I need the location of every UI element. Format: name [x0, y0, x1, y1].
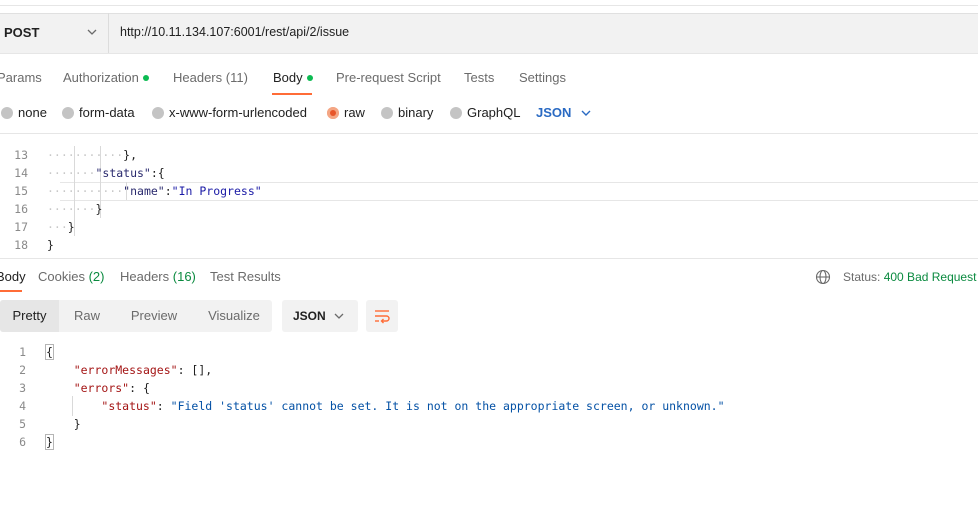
- response-status: Status: 400 Bad Request: [843, 270, 977, 284]
- radio-circle-icon: [381, 106, 393, 119]
- globe-icon[interactable]: [815, 269, 831, 285]
- tab-test-results[interactable]: Test Results: [210, 268, 281, 286]
- divider: [0, 258, 978, 259]
- radio-x-www-form-urlencoded[interactable]: x-www-form-urlencoded: [152, 104, 307, 122]
- status-dot-icon: [142, 74, 149, 81]
- line-number: 17: [14, 220, 28, 234]
- radio-circle-icon: [62, 106, 74, 119]
- response-line-1[interactable]: {: [45, 343, 54, 361]
- code-line-16[interactable]: ·······}: [47, 200, 102, 218]
- response-format-label: JSON: [293, 309, 326, 323]
- status-dot-icon: [306, 74, 313, 81]
- radio-raw[interactable]: raw: [327, 104, 365, 122]
- active-tab-underline: [0, 290, 22, 292]
- radio-circle-icon: [450, 106, 462, 119]
- response-line-6[interactable]: }: [45, 433, 54, 451]
- line-number: 6: [19, 435, 26, 449]
- tab-authorization[interactable]: Authorization: [63, 68, 149, 88]
- chevron-down-icon[interactable]: [334, 311, 344, 321]
- window-top-border: [0, 5, 978, 6]
- tab-response-body[interactable]: Body: [0, 268, 26, 286]
- line-number: 2: [19, 363, 26, 377]
- line-number: 1: [19, 345, 26, 359]
- radio-binary[interactable]: binary: [381, 104, 433, 122]
- response-line-2[interactable]: "errorMessages": [],: [46, 361, 212, 379]
- tab-response-headers[interactable]: Headers (16): [120, 268, 196, 286]
- chevron-down-icon[interactable]: [581, 108, 591, 118]
- view-pretty-button[interactable]: Pretty: [0, 300, 59, 332]
- radio-circle-icon: [152, 106, 164, 119]
- tab-cookies[interactable]: Cookies (2): [38, 268, 104, 286]
- view-preview-button[interactable]: Preview: [122, 300, 186, 332]
- url-input[interactable]: http://10.11.134.107:6001/rest/api/2/iss…: [120, 13, 349, 52]
- line-number: 4: [19, 399, 26, 413]
- radio-circle-icon: [1, 106, 13, 119]
- line-number: 5: [19, 417, 26, 431]
- code-line-13[interactable]: ···········},: [47, 146, 137, 164]
- tab-settings[interactable]: Settings: [519, 68, 566, 88]
- response-line-4[interactable]: "status": "Field 'status' cannot be set.…: [46, 397, 724, 415]
- wrap-lines-icon: [375, 310, 390, 324]
- response-line-5[interactable]: }: [46, 415, 81, 433]
- method-separator: [108, 13, 109, 53]
- body-format-select[interactable]: JSON: [536, 104, 571, 122]
- line-number: 16: [14, 202, 28, 216]
- method-select[interactable]: POST: [4, 13, 39, 52]
- tab-headers[interactable]: Headers (11): [173, 68, 248, 88]
- view-visualize-button[interactable]: Visualize: [198, 300, 270, 332]
- code-line-17[interactable]: ···}: [47, 218, 75, 236]
- tab-body[interactable]: Body: [273, 68, 313, 88]
- view-raw-button[interactable]: Raw: [62, 300, 112, 332]
- line-number: 14: [14, 166, 28, 180]
- response-line-3[interactable]: "errors": {: [46, 379, 150, 397]
- line-number: 18: [14, 238, 28, 252]
- radio-selected-icon: [327, 106, 339, 119]
- radio-form-data[interactable]: form-data: [62, 104, 135, 122]
- code-line-14[interactable]: ·······"status":{: [47, 164, 165, 182]
- tab-tests[interactable]: Tests: [464, 68, 494, 88]
- tab-pre-request-script[interactable]: Pre-request Script: [336, 68, 441, 88]
- status-badge[interactable]: 400 Bad Request: [884, 270, 977, 284]
- divider: [0, 133, 978, 134]
- code-line-15[interactable]: ···········"name":"In Progress": [47, 182, 262, 200]
- wrap-lines-button[interactable]: [366, 300, 398, 332]
- line-number: 13: [14, 148, 28, 162]
- active-tab-underline: [272, 93, 312, 95]
- code-line-18[interactable]: }: [47, 236, 54, 254]
- radio-none[interactable]: none: [1, 104, 47, 122]
- radio-graphql[interactable]: GraphQL: [450, 104, 520, 122]
- chevron-down-icon[interactable]: [86, 26, 98, 38]
- tab-params[interactable]: Params: [0, 68, 42, 88]
- line-number: 3: [19, 381, 26, 395]
- line-number: 15: [14, 184, 28, 198]
